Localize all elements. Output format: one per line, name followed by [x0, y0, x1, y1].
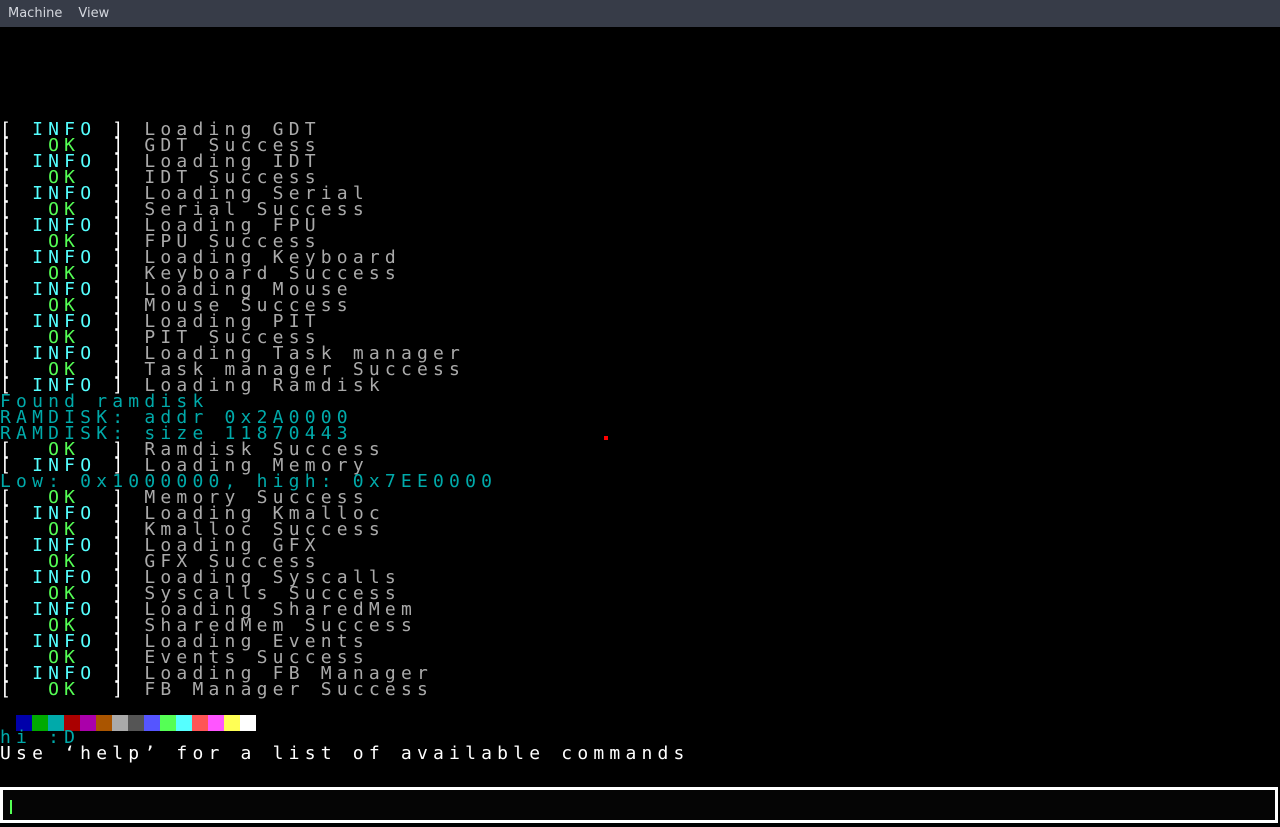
console-footer: hi :D Use ‘help’ for a list of available… [0, 729, 690, 764]
menu-machine[interactable]: Machine [0, 6, 70, 21]
menu-view[interactable]: View [70, 6, 117, 21]
boot-log: [ INFO ] Loading GDT[ OK ] GDT Success[ … [0, 121, 1280, 700]
color-swatch [176, 715, 192, 731]
command-input[interactable] [0, 787, 1278, 823]
log-message: FB Manager Success [144, 679, 434, 700]
mouse-cursor-dot [604, 436, 608, 440]
menubar: Machine View [0, 0, 1280, 27]
color-swatch [240, 715, 256, 731]
color-swatch [224, 715, 240, 731]
color-swatch [112, 715, 128, 731]
bracket-close: ] [80, 679, 145, 700]
log-line: [ OK ] FB Manager Success [0, 679, 1280, 700]
status-tag: OK [48, 679, 81, 700]
color-swatch [144, 715, 160, 731]
text-caret [10, 800, 12, 814]
bracket-open: [ [0, 679, 49, 700]
color-swatch [80, 715, 96, 731]
color-swatch [96, 715, 112, 731]
help-hint-line: Use ‘help’ for a list of available comma… [0, 743, 690, 764]
color-swatch [192, 715, 208, 731]
color-swatch [160, 715, 176, 731]
color-swatch [208, 715, 224, 731]
color-swatch [128, 715, 144, 731]
